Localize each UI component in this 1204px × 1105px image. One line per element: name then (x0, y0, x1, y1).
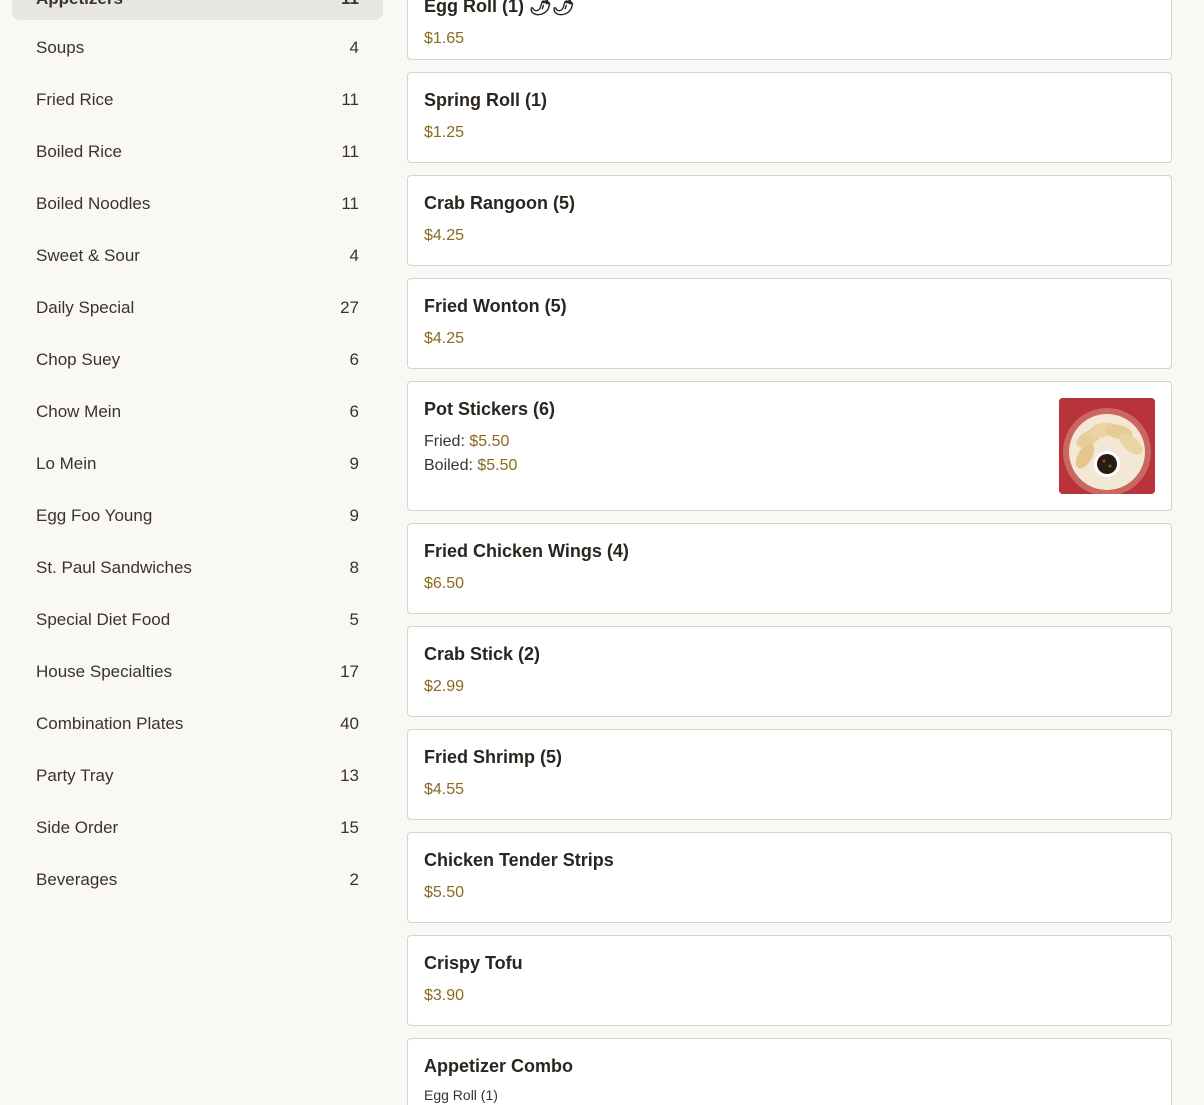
sidebar-item-label: Chop Suey (36, 350, 121, 369)
menu-item-price: $4.55 (424, 781, 465, 798)
menu-item-name: Fried Chicken Wings (4) (424, 541, 629, 561)
sidebar-item-count: 5 (349, 610, 359, 629)
menu-item-price: $1.25 (424, 124, 465, 141)
sidebar-item-count: 6 (349, 402, 359, 421)
menu-item-name: Pot Stickers (6) (424, 399, 556, 419)
menu-item-card[interactable]: Egg Roll (1) 🌶🌶 $1.65 (407, 0, 1172, 60)
sidebar-item-egg-foo-young[interactable]: Egg Foo Young 9 (12, 490, 383, 542)
sidebar-item-count: 13 (340, 766, 359, 785)
sidebar-item-count: 9 (349, 454, 359, 473)
sidebar-item-house-specialties[interactable]: House Specialties 17 (12, 646, 383, 698)
category-sidebar: Appetizers 11 Soups4Fried Rice11Boiled R… (12, 0, 383, 906)
menu-item-card[interactable]: Crispy Tofu $3.90 (407, 935, 1172, 1026)
sidebar-item-label: Chow Mein (36, 402, 122, 421)
menu-item-name: Crab Rangoon (5) (424, 193, 575, 213)
menu-item-price: $4.25 (424, 227, 465, 244)
sidebar-item-label: Boiled Noodles (36, 194, 151, 213)
menu-item-price: $5.50 (424, 884, 465, 901)
menu-item-card[interactable]: Crab Rangoon (5) $4.25 (407, 175, 1172, 266)
menu-item-price: $1.65 (424, 30, 465, 47)
menu-item-name: Crispy Tofu (424, 953, 523, 973)
menu-item-card[interactable]: Fried Shrimp (5) $4.55 (407, 729, 1172, 820)
option-price: $5.50 (469, 433, 510, 450)
menu-item-card[interactable]: Spring Roll (1) $1.25 (407, 72, 1172, 163)
menu-item-name: Egg Roll (1) 🌶🌶 (424, 0, 575, 16)
sidebar-item-sweet-sour[interactable]: Sweet & Sour 4 (12, 230, 383, 282)
sidebar-item-fried-rice[interactable]: Fried Rice 11 (12, 74, 383, 126)
sidebar-item-label: Combination Plates (36, 714, 184, 733)
sidebar-item-count: 11 (341, 90, 359, 109)
sidebar-item-daily-special[interactable]: Daily Special 27 (12, 282, 383, 334)
menu-item-card[interactable]: Fried Wonton (5) $4.25 (407, 278, 1172, 369)
menu-item-description: Egg Roll (1) (424, 1087, 498, 1103)
menu-item-price: $4.25 (424, 330, 465, 347)
sidebar-item-count: 11 (341, 0, 359, 9)
sidebar-item-count: 6 (349, 350, 359, 369)
menu-item-card[interactable]: Appetizer Combo Egg Roll (1) (407, 1038, 1172, 1105)
sidebar-item-side-order[interactable]: Side Order 15 (12, 802, 383, 854)
option-label: Fried: (424, 433, 465, 450)
sidebar-item-combination-plates[interactable]: Combination Plates 40 (12, 698, 383, 750)
sidebar-item-party-tray[interactable]: Party Tray 13 (12, 750, 383, 802)
menu-item-option: Boiled: $5.50 (424, 454, 1155, 478)
sidebar-item-label: St. Paul Sandwiches (36, 558, 192, 577)
sidebar-item-appetizers[interactable]: Appetizers 11 (12, 0, 383, 20)
menu-item-name: Appetizer Combo (424, 1056, 574, 1076)
sidebar-item-label: Egg Foo Young (36, 506, 153, 525)
sidebar-item-label: Lo Mein (36, 454, 97, 473)
menu-item-name: Crab Stick (2) (424, 644, 541, 664)
menu-item-card[interactable]: Crab Stick (2) $2.99 (407, 626, 1172, 717)
sidebar-item-beverages[interactable]: Beverages 2 (12, 854, 383, 906)
option-label: Boiled: (424, 457, 473, 474)
sidebar-item-label: House Specialties (36, 662, 173, 681)
sidebar-item-soups[interactable]: Soups 4 (12, 22, 383, 74)
menu-item-card[interactable]: Pot Stickers (6) Fried: $5.50 Boiled: $5… (407, 381, 1172, 511)
sidebar-item-lo-mein[interactable]: Lo Mein 9 (12, 438, 383, 490)
menu-item-card[interactable]: Chicken Tender Strips $5.50 (407, 832, 1172, 923)
sidebar-item-boiled-noodles[interactable]: Boiled Noodles 11 (12, 178, 383, 230)
sidebar-item-label: Party Tray (36, 766, 114, 785)
menu-item-option: Fried: $5.50 (424, 430, 1155, 454)
sidebar-item-count: 11 (341, 194, 359, 213)
sidebar-item-st-paul-sandwiches[interactable]: St. Paul Sandwiches 8 (12, 542, 383, 594)
sidebar-item-chow-mein[interactable]: Chow Mein 6 (12, 386, 383, 438)
menu-item-price: $2.99 (424, 678, 465, 695)
menu-item-name: Chicken Tender Strips (424, 850, 614, 870)
menu-item-name: Fried Wonton (5) (424, 296, 567, 316)
sidebar-item-count: 4 (349, 246, 359, 265)
sidebar-item-label: Soups (36, 38, 85, 57)
menu-item-name: Spring Roll (1) (424, 90, 547, 110)
sidebar-item-count: 8 (349, 558, 359, 577)
sidebar-item-count: 15 (340, 818, 359, 837)
sidebar-item-label: Fried Rice (36, 90, 114, 109)
sidebar-item-label: Appetizers (36, 0, 123, 9)
sidebar-item-count: 2 (349, 870, 359, 889)
sidebar-item-count: 27 (340, 298, 359, 317)
menu-item-photo[interactable] (1059, 398, 1155, 494)
sidebar-item-label: Beverages (36, 870, 118, 889)
menu-item-name: Fried Shrimp (5) (424, 747, 563, 767)
sidebar-item-count: 40 (340, 714, 359, 733)
sidebar-item-boiled-rice[interactable]: Boiled Rice 11 (12, 126, 383, 178)
option-price: $5.50 (477, 457, 518, 474)
sidebar-item-chop-suey[interactable]: Chop Suey 6 (12, 334, 383, 386)
sidebar-item-label: Sweet & Sour (36, 246, 140, 265)
sidebar-item-count: 17 (340, 662, 359, 681)
sidebar-item-special-diet-food[interactable]: Special Diet Food 5 (12, 594, 383, 646)
sidebar-item-count: 9 (349, 506, 359, 525)
sidebar-item-label: Daily Special (36, 298, 135, 317)
sidebar-item-count: 4 (349, 38, 359, 57)
menu-item-card[interactable]: Fried Chicken Wings (4) $6.50 (407, 523, 1172, 614)
sidebar-item-label: Boiled Rice (36, 142, 122, 161)
menu-item-price: $3.90 (424, 987, 465, 1004)
sidebar-item-count: 11 (341, 142, 359, 161)
sidebar-item-label: Side Order (36, 818, 119, 837)
menu-item-price: $6.50 (424, 575, 465, 592)
sidebar-item-label: Special Diet Food (36, 610, 171, 629)
